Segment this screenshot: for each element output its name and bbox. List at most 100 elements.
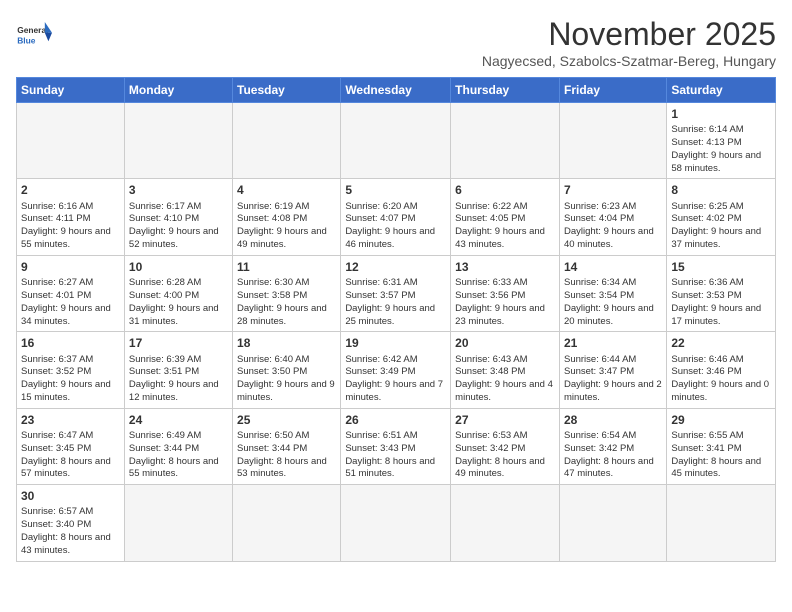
day-info: Sunrise: 6:57 AMSunset: 3:40 PMDaylight:… [21, 506, 120, 557]
calendar-cell [559, 103, 666, 179]
day-info: Sunrise: 6:53 AMSunset: 3:42 PMDaylight:… [455, 430, 555, 481]
calendar-cell [559, 485, 666, 561]
day-number: 16 [21, 335, 120, 351]
calendar-cell [341, 103, 451, 179]
svg-text:Blue: Blue [17, 36, 36, 46]
calendar-cell: 3Sunrise: 6:17 AMSunset: 4:10 PMDaylight… [124, 179, 232, 255]
calendar-cell: 25 Sunrise: 6:50 AMSunset: 3:44 PMDayligh… [233, 408, 341, 484]
calendar-cell: 9Sunrise: 6:27 AMSunset: 4:01 PMDaylight… [17, 255, 125, 331]
day-number: 19 [345, 335, 446, 351]
calendar-cell: 10 Sunrise: 6:28 AMSunset: 4:00 PMDayligh… [124, 255, 232, 331]
day-info: Sunrise: 6:27 AMSunset: 4:01 PMDaylight:… [21, 277, 120, 328]
calendar-cell [451, 485, 560, 561]
calendar-cell: 13 Sunrise: 6:33 AMSunset: 3:56 PMDayligh… [451, 255, 560, 331]
day-number: 6 [455, 182, 555, 198]
calendar-cell: 21Sunrise: 6:44 AMSunset: 3:47 PMDayligh… [559, 332, 666, 408]
calendar-cell: 19Sunrise: 6:42 AMSunset: 3:49 PMDayligh… [341, 332, 451, 408]
day-info: Sunrise: 6:50 AMSunset: 3:44 PMDaylight:… [237, 430, 336, 481]
day-info: Sunrise: 6:16 AMSunset: 4:11 PMDaylight:… [21, 201, 120, 252]
calendar-cell: 14Sunrise: 6:34 AMSunset: 3:54 PMDayligh… [559, 255, 666, 331]
calendar-cell [451, 103, 560, 179]
calendar-cell: 17Sunrise: 6:39 AMSunset: 3:51 PMDayligh… [124, 332, 232, 408]
day-number: 2 [21, 182, 120, 198]
weekday-header-tuesday: Tuesday [233, 78, 341, 103]
calendar-cell: 18 Sunrise: 6:40 AMSunset: 3:50 PMDayligh… [233, 332, 341, 408]
calendar-cell: 6Sunrise: 6:22 AMSunset: 4:05 PMDaylight… [451, 179, 560, 255]
calendar-cell [233, 485, 341, 561]
calendar-cell: 8 Sunrise: 6:25 AMSunset: 4:02 PMDaylight… [667, 179, 776, 255]
calendar-cell [341, 485, 451, 561]
calendar-table: SundayMondayTuesdayWednesdayThursdayFrid… [16, 77, 776, 562]
day-info: Sunrise: 6:23 AMSunset: 4:04 PMDaylight:… [564, 201, 662, 252]
day-number: 4 [237, 182, 336, 198]
day-info: Sunrise: 6:20 AMSunset: 4:07 PMDaylight:… [345, 201, 446, 252]
weekday-header-row: SundayMondayTuesdayWednesdayThursdayFrid… [17, 78, 776, 103]
day-number: 21 [564, 335, 662, 351]
calendar-cell: 15Sunrise: 6:36 AMSunset: 3:53 PMDayligh… [667, 255, 776, 331]
day-info: Sunrise: 6:37 AMSunset: 3:52 PMDaylight:… [21, 354, 120, 405]
svg-text:General: General [17, 25, 48, 35]
calendar-cell [124, 485, 232, 561]
day-number: 26 [345, 412, 446, 428]
weekday-header-friday: Friday [559, 78, 666, 103]
calendar-cell: 2 Sunrise: 6:16 AMSunset: 4:11 PMDaylight… [17, 179, 125, 255]
week-row-5: 23Sunrise: 6:47 AMSunset: 3:45 PMDayligh… [17, 408, 776, 484]
day-info: Sunrise: 6:28 AMSunset: 4:00 PMDaylight:… [129, 277, 228, 328]
calendar-cell [17, 103, 125, 179]
weekday-header-sunday: Sunday [17, 78, 125, 103]
calendar-cell: 26 Sunrise: 6:51 AMSunset: 3:43 PMDayligh… [341, 408, 451, 484]
calendar-cell [124, 103, 232, 179]
calendar-cell: 29Sunrise: 6:55 AMSunset: 3:41 PMDayligh… [667, 408, 776, 484]
week-row-3: 9Sunrise: 6:27 AMSunset: 4:01 PMDaylight… [17, 255, 776, 331]
day-number: 3 [129, 182, 228, 198]
week-row-2: 2 Sunrise: 6:16 AMSunset: 4:11 PMDaylight… [17, 179, 776, 255]
day-number: 8 [671, 182, 771, 198]
day-info: Sunrise: 6:40 AMSunset: 3:50 PMDaylight:… [237, 354, 336, 405]
calendar-cell: 12 Sunrise: 6:31 AMSunset: 3:57 PMDayligh… [341, 255, 451, 331]
day-number: 7 [564, 182, 662, 198]
day-number: 10 [129, 259, 228, 275]
day-info: Sunrise: 6:39 AMSunset: 3:51 PMDaylight:… [129, 354, 228, 405]
day-number: 13 [455, 259, 555, 275]
calendar-cell: 20Sunrise: 6:43 AMSunset: 3:48 PMDayligh… [451, 332, 560, 408]
calendar-cell: 22Sunrise: 6:46 AMSunset: 3:46 PMDayligh… [667, 332, 776, 408]
calendar-cell: 1Sunrise: 6:14 AMSunset: 4:13 PMDaylight… [667, 103, 776, 179]
week-row-4: 16 Sunrise: 6:37 AMSunset: 3:52 PMDayligh… [17, 332, 776, 408]
weekday-header-monday: Monday [124, 78, 232, 103]
calendar-cell: 4 Sunrise: 6:19 AMSunset: 4:08 PMDaylight… [233, 179, 341, 255]
day-number: 28 [564, 412, 662, 428]
day-number: 20 [455, 335, 555, 351]
day-number: 12 [345, 259, 446, 275]
day-info: Sunrise: 6:54 AMSunset: 3:42 PMDaylight:… [564, 430, 662, 481]
day-number: 5 [345, 182, 446, 198]
day-number: 11 [237, 259, 336, 275]
day-number: 24 [129, 412, 228, 428]
calendar-cell: 5 Sunrise: 6:20 AMSunset: 4:07 PMDaylight… [341, 179, 451, 255]
day-number: 30 [21, 488, 120, 504]
day-number: 18 [237, 335, 336, 351]
calendar-cell: 23Sunrise: 6:47 AMSunset: 3:45 PMDayligh… [17, 408, 125, 484]
calendar-cell [667, 485, 776, 561]
day-info: Sunrise: 6:47 AMSunset: 3:45 PMDaylight:… [21, 430, 120, 481]
calendar-cell: 11 Sunrise: 6:30 AMSunset: 3:58 PMDayligh… [233, 255, 341, 331]
day-number: 22 [671, 335, 771, 351]
day-info: Sunrise: 6:55 AMSunset: 3:41 PMDaylight:… [671, 430, 771, 481]
calendar-cell: 30 Sunrise: 6:57 AMSunset: 3:40 PMDayligh… [17, 485, 125, 561]
calendar-cell: 27Sunrise: 6:53 AMSunset: 3:42 PMDayligh… [451, 408, 560, 484]
weekday-header-thursday: Thursday [451, 78, 560, 103]
day-info: Sunrise: 6:33 AMSunset: 3:56 PMDaylight:… [455, 277, 555, 328]
day-number: 25 [237, 412, 336, 428]
day-number: 15 [671, 259, 771, 275]
week-row-1: 1Sunrise: 6:14 AMSunset: 4:13 PMDaylight… [17, 103, 776, 179]
day-info: Sunrise: 6:19 AMSunset: 4:08 PMDaylight:… [237, 201, 336, 252]
day-number: 14 [564, 259, 662, 275]
day-info: Sunrise: 6:25 AMSunset: 4:02 PMDaylight:… [671, 201, 771, 252]
weekday-header-wednesday: Wednesday [341, 78, 451, 103]
week-row-6: 30 Sunrise: 6:57 AMSunset: 3:40 PMDayligh… [17, 485, 776, 561]
month-title: November 2025 [482, 16, 776, 53]
day-info: Sunrise: 6:51 AMSunset: 3:43 PMDaylight:… [345, 430, 446, 481]
calendar-cell [233, 103, 341, 179]
day-info: Sunrise: 6:30 AMSunset: 3:58 PMDaylight:… [237, 277, 336, 328]
location-title: Nagyecsed, Szabolcs-Szatmar-Bereg, Hunga… [482, 53, 776, 69]
day-info: Sunrise: 6:31 AMSunset: 3:57 PMDaylight:… [345, 277, 446, 328]
